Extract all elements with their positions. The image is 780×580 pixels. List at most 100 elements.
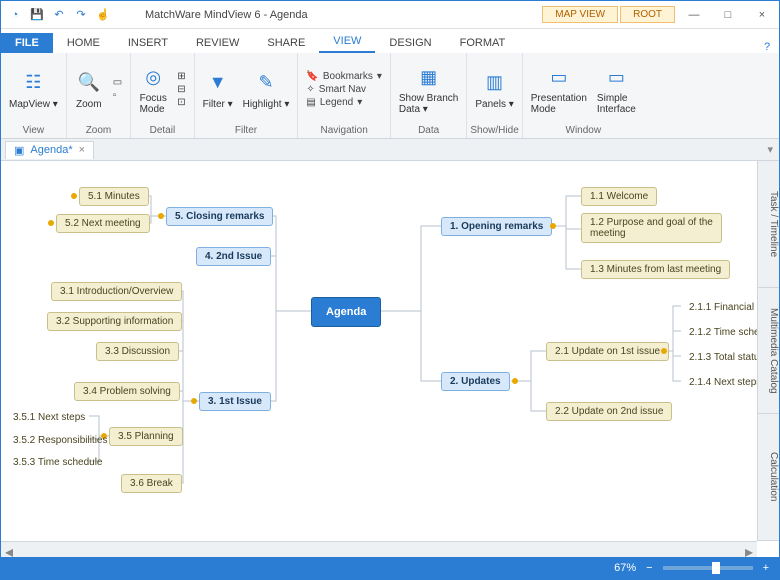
node-planning-next-steps[interactable]: 3.5.1 Next steps (5, 409, 93, 426)
ribbon-group-detail: ◎ Focus Mode ⊞ ⊟ ⊡ Detail (131, 53, 194, 138)
panels-button[interactable]: ▥ Panels ▾ (475, 69, 513, 110)
save-icon[interactable]: 💾 (29, 7, 45, 23)
sidetab-calculation[interactable]: Calculation (758, 414, 779, 541)
zoom-icon: 🔍 (75, 69, 103, 97)
node-break[interactable]: 3.6 Break (121, 474, 182, 493)
zoom-button[interactable]: 🔍 Zoom (75, 69, 103, 110)
document-tab-close[interactable]: × (79, 144, 85, 156)
side-panel-tabs: Task / Timeline Multimedia Catalog Calcu… (757, 161, 779, 541)
node-problem-solving[interactable]: 3.4 Problem solving (74, 382, 180, 401)
group-label-data: Data (391, 125, 466, 138)
node-planning[interactable]: 3.5 Planning (109, 427, 183, 446)
window-controls: — □ × (677, 1, 779, 29)
document-tab-label: Agenda* (30, 144, 72, 156)
zoom-100-icon[interactable]: ▫ (113, 90, 122, 101)
close-button[interactable]: × (745, 1, 779, 29)
group-label-detail: Detail (131, 125, 193, 138)
show-branch-data-button[interactable]: ▦ Show Branch Data ▾ (399, 63, 458, 115)
zoom-fit-icon[interactable]: ▭ (113, 77, 122, 88)
expand-marker[interactable] (661, 348, 667, 354)
redo-icon[interactable]: ↷ (73, 7, 89, 23)
smartnav-button[interactable]: ✧ Smart Nav (306, 84, 382, 95)
expand-marker[interactable] (550, 223, 556, 229)
node-update-1st[interactable]: 2.1 Update on 1st issue (546, 342, 669, 361)
legend-button[interactable]: ▤ Legend ▾ (306, 97, 382, 108)
node-minutes-last[interactable]: 1.3 Minutes from last meeting (581, 260, 730, 279)
tab-home[interactable]: HOME (53, 33, 114, 53)
zoom-slider[interactable] (663, 566, 753, 570)
help-icon[interactable]: ? (755, 41, 779, 53)
node-next-meeting[interactable]: 5.2 Next meeting (56, 214, 150, 233)
ribbon-group-window: ▭ Presentation Mode ▭ Simple Interface W… (523, 53, 644, 138)
tab-design[interactable]: DESIGN (375, 33, 445, 53)
contextual-mapview[interactable]: MAP VIEW (542, 6, 618, 23)
presentation-mode-button[interactable]: ▭ Presentation Mode (531, 63, 587, 115)
expand-marker[interactable] (512, 378, 518, 384)
collapse-ribbon-icon[interactable]: ▾ (767, 143, 779, 156)
focus-mode-button[interactable]: ◎ Focus Mode (139, 63, 167, 115)
zoom-in-button[interactable]: + (763, 562, 769, 574)
detail-small-buttons: ⊞ ⊟ ⊡ (177, 71, 185, 108)
document-tab-agenda[interactable]: ▣ Agenda* × (5, 141, 94, 159)
expand-marker[interactable] (191, 398, 197, 404)
group-label-zoom: Zoom (67, 125, 130, 138)
expand-marker[interactable] (48, 220, 54, 226)
node-updates[interactable]: 2. Updates (441, 372, 510, 391)
mindmap-root[interactable]: Agenda (311, 297, 381, 327)
window-title: MatchWare MindView 6 - Agenda (117, 9, 542, 21)
ribbon: ☷ MapView ▾ View 🔍 Zoom ▭ ▫ Zoom (1, 53, 779, 139)
node-closing[interactable]: 5. Closing remarks (166, 207, 273, 226)
undo-icon[interactable]: ↶ (51, 7, 67, 23)
highlight-button[interactable]: ✎ Highlight ▾ (243, 69, 290, 110)
filter-button[interactable]: ▼ Filter ▾ (203, 69, 233, 110)
titlebar: ◔ 💾 ↶ ↷ ☝ MatchWare MindView 6 - Agenda … (1, 1, 779, 29)
group-label-view: View (1, 125, 66, 138)
zoom-percent: 67% (614, 562, 636, 574)
node-financial[interactable]: 2.1.1 Financial (681, 299, 762, 316)
node-update-2nd[interactable]: 2.2 Update on 2nd issue (546, 402, 672, 421)
minimize-button[interactable]: — (677, 1, 711, 29)
mindmap-canvas[interactable]: Agenda 1. Opening remarks 1.1 Welcome 1.… (1, 161, 757, 541)
node-2nd-issue[interactable]: 4. 2nd Issue (196, 247, 271, 266)
node-opening-remarks[interactable]: 1. Opening remarks (441, 217, 552, 236)
sidetab-multimedia[interactable]: Multimedia Catalog (758, 288, 779, 415)
branch-focus-icon[interactable]: ⊡ (177, 97, 185, 108)
canvas-area: Agenda 1. Opening remarks 1.1 Welcome 1.… (1, 161, 779, 557)
tab-file[interactable]: FILE (1, 33, 53, 53)
node-planning-time[interactable]: 3.5.3 Time schedule (5, 454, 111, 471)
zoom-out-button[interactable]: − (646, 562, 652, 574)
node-purpose[interactable]: 1.2 Purpose and goal of the meeting (581, 213, 722, 243)
tab-review[interactable]: REVIEW (182, 33, 253, 53)
node-supporting[interactable]: 3.2 Supporting information (47, 312, 182, 331)
node-intro[interactable]: 3.1 Introduction/Overview (51, 282, 182, 301)
group-label-navigation: Navigation (298, 125, 390, 138)
branch-data-icon: ▦ (415, 63, 443, 91)
node-welcome[interactable]: 1.1 Welcome (581, 187, 657, 206)
tab-format[interactable]: FORMAT (446, 33, 520, 53)
horizontal-scrollbar[interactable]: ◂ ▸ (1, 541, 757, 557)
mapview-button[interactable]: ☷ MapView ▾ (9, 69, 58, 110)
bookmarks-button[interactable]: 🔖 Bookmarks ▾ (306, 71, 382, 82)
sidetab-task-timeline[interactable]: Task / Timeline (758, 161, 779, 288)
node-responsibilities[interactable]: 3.5.2 Responsibilities (5, 432, 116, 449)
highlight-icon: ✎ (252, 69, 280, 97)
tab-share[interactable]: SHARE (253, 33, 319, 53)
node-1st-issue[interactable]: 3. 1st Issue (199, 392, 271, 411)
touch-mode-icon[interactable]: ☝ (95, 7, 111, 23)
tab-insert[interactable]: INSERT (114, 33, 182, 53)
node-discussion[interactable]: 3.3 Discussion (96, 342, 179, 361)
maximize-button[interactable]: □ (711, 1, 745, 29)
contextual-root[interactable]: ROOT (620, 6, 675, 23)
tab-view[interactable]: VIEW (319, 31, 375, 53)
ribbon-group-showhide: ▥ Panels ▾ Show/Hide (467, 53, 522, 138)
panels-icon: ▥ (481, 69, 509, 97)
detail-level-icon[interactable]: ⊞ (177, 71, 185, 82)
simple-interface-button[interactable]: ▭ Simple Interface (597, 63, 636, 115)
apply-branch-icon[interactable]: ⊟ (177, 84, 185, 95)
node-minutes[interactable]: 5.1 Minutes (79, 187, 149, 206)
expand-marker[interactable] (71, 193, 77, 199)
group-label-window: Window (523, 125, 644, 138)
expand-marker[interactable] (158, 213, 164, 219)
contextual-tabs: MAP VIEW ROOT (542, 6, 677, 23)
simple-interface-icon: ▭ (602, 63, 630, 91)
